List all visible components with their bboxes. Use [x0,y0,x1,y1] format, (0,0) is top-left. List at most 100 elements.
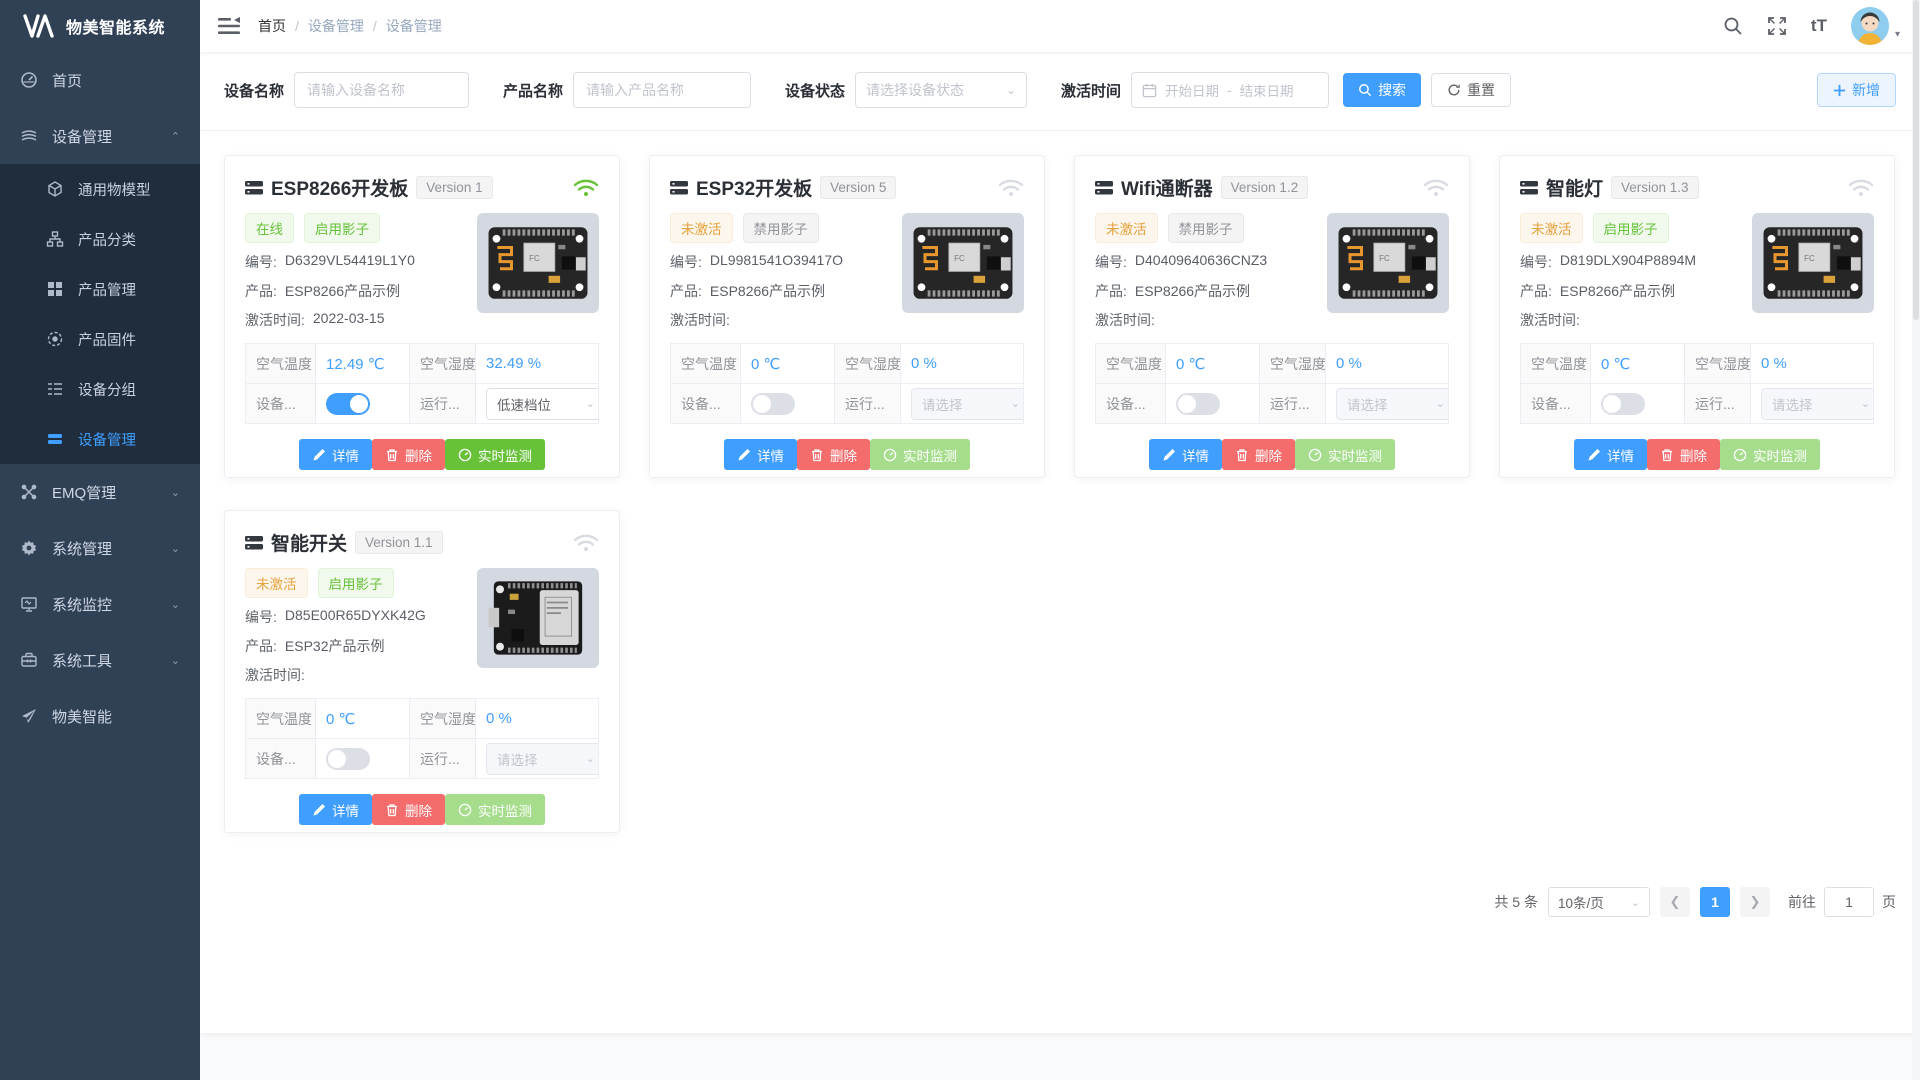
run-mode-select[interactable]: 低速档位⌄ [486,388,599,420]
user-menu[interactable]: ▾ [1851,7,1900,45]
temp-value: 0 ℃ [1166,344,1260,384]
device-switch-toggle[interactable] [751,393,795,415]
avatar[interactable] [1851,7,1889,45]
run-mode-select[interactable]: 请选择⌄ [1761,388,1874,420]
realtime-monitor-button[interactable]: 实时监测 [445,439,545,470]
search-icon[interactable] [1723,16,1743,36]
next-page-button[interactable]: ❯ [1740,887,1770,917]
page-unit-label: 页 [1882,892,1896,912]
list-icon [46,380,64,398]
breadcrumb: 首页 / 设备管理 / 设备管理 [258,16,442,36]
sidebar-item-wumei[interactable]: 物美智能 [0,688,200,744]
dashboard-icon [20,71,38,89]
status-tag: 未激活 [245,568,308,598]
odometer-icon [458,448,472,462]
activated-label: 激活时间: [245,665,305,685]
device-name-input[interactable] [294,72,469,108]
product-label: 产品: [670,281,702,301]
realtime-monitor-button: 实时监测 [1720,439,1820,470]
sidebar-item-product-management[interactable]: 产品管理 [0,264,200,314]
detail-button[interactable]: 详情 [1149,439,1222,470]
delete-button[interactable]: 删除 [1222,439,1295,470]
chevron-down-icon: ⌄ [171,654,180,667]
realtime-monitor-button: 实时监测 [870,439,970,470]
refresh-icon [1447,83,1461,97]
breadcrumb-home[interactable]: 首页 [258,16,286,36]
run-mode-select[interactable]: 请选择⌄ [1336,388,1449,420]
run-mode-select[interactable]: 请选择⌄ [486,743,599,775]
detail-button[interactable]: 详情 [299,439,372,470]
chevron-down-icon: ⌄ [1861,397,1870,410]
wifi-online-icon [573,178,599,198]
current-page-button[interactable]: 1 [1700,887,1730,917]
date-range-picker[interactable]: 开始日期 - 结束日期 [1131,72,1329,108]
sidebar-item-home[interactable]: 首页 [0,52,200,108]
add-button[interactable]: 新增 [1817,73,1896,107]
delete-button[interactable]: 删除 [1647,439,1720,470]
search-button[interactable]: 搜索 [1343,73,1421,107]
detail-button[interactable]: 详情 [1574,439,1647,470]
page-size-select[interactable]: 10条/页 ⌄ [1548,887,1650,917]
font-size-icon[interactable]: tT [1811,16,1827,36]
sidebar-item-device-group[interactable]: 设备分组 [0,364,200,414]
goto-page-input[interactable] [1824,887,1874,917]
chevron-down-icon: ⌄ [1006,83,1016,97]
sidebar-item-product-firmware[interactable]: 产品固件 [0,314,200,364]
device-card-grid: ESP8266开发板 Version 1 在线 启用影子 编号:D6329VL5… [224,155,1896,833]
number-value: DL9981541O39417O [710,252,843,272]
prev-page-button[interactable]: ❮ [1660,887,1690,917]
svg-text:FC: FC [529,254,540,263]
svg-text:FC: FC [954,254,965,263]
fullscreen-icon[interactable] [1767,16,1787,36]
device-image: FC [1327,213,1449,313]
sidebar-collapse-icon[interactable] [218,17,240,35]
version-tag: Version 1 [416,176,492,199]
sidebar-item-system-management[interactable]: 系统管理 ⌄ [0,520,200,576]
device-switch-label: 设备... [246,739,316,779]
delete-button[interactable]: 删除 [372,794,445,825]
sidebar-item-system-tools[interactable]: 系统工具 ⌄ [0,632,200,688]
number-label: 编号: [1520,252,1552,272]
device-card: ESP8266开发板 Version 1 在线 启用影子 编号:D6329VL5… [224,155,620,478]
reset-button[interactable]: 重置 [1431,73,1511,107]
scrollbar-thumb[interactable] [1913,0,1919,320]
device-switch-toggle[interactable] [326,748,370,770]
device-switch-toggle[interactable] [1601,393,1645,415]
trash-icon [1660,448,1674,462]
delete-button[interactable]: 删除 [797,439,870,470]
sidebar-item-thing-model[interactable]: 通用物模型 [0,164,200,214]
odometer-icon [1733,448,1747,462]
sidebar-item-device-management[interactable]: 设备管理 ⌃ [0,108,200,164]
product-name-input[interactable] [573,72,751,108]
shadow-tag: 启用影子 [304,213,380,243]
end-date-placeholder: 结束日期 [1240,80,1294,100]
product-value: ESP8266产品示例 [710,281,825,301]
window-scrollbar[interactable] [1912,0,1920,1080]
sidebar: 物美智能系统 首页 设备管理 ⌃ 通用物模型 产品分类 [0,0,200,1080]
device-switch-toggle[interactable] [1176,393,1220,415]
detail-button[interactable]: 详情 [299,794,372,825]
run-mode-label: 运行... [410,384,476,424]
device-switch-toggle[interactable] [326,393,370,415]
app-logo[interactable]: 物美智能系统 [0,0,200,52]
hum-label: 空气湿度 [410,344,476,384]
sidebar-item-label: 产品固件 [78,329,136,350]
sidebar-item-label: 产品分类 [78,229,136,250]
run-mode-select[interactable]: 请选择⌄ [911,388,1024,420]
sidebar-item-emq[interactable]: EMQ管理 ⌄ [0,464,200,520]
device-status-select[interactable]: 请选择设备状态 ⌄ [855,72,1027,108]
sidebar-item-device-management-active[interactable]: 设备管理 [0,414,200,464]
detail-button[interactable]: 详情 [724,439,797,470]
wifi-offline-icon [1848,178,1874,198]
wifi-offline-icon [1423,178,1449,198]
device-title: Wifi通断器 [1121,174,1213,201]
sidebar-item-label: 物美智能 [52,706,112,727]
shadow-tag: 禁用影子 [1168,213,1244,243]
product-label: 产品: [1520,281,1552,301]
shadow-tag: 启用影子 [318,568,394,598]
delete-button[interactable]: 删除 [372,439,445,470]
caret-down-icon: ▾ [1895,29,1900,40]
hum-value: 0 % [901,344,1024,384]
sidebar-item-system-monitor[interactable]: 系统监控 ⌄ [0,576,200,632]
sidebar-item-product-category[interactable]: 产品分类 [0,214,200,264]
